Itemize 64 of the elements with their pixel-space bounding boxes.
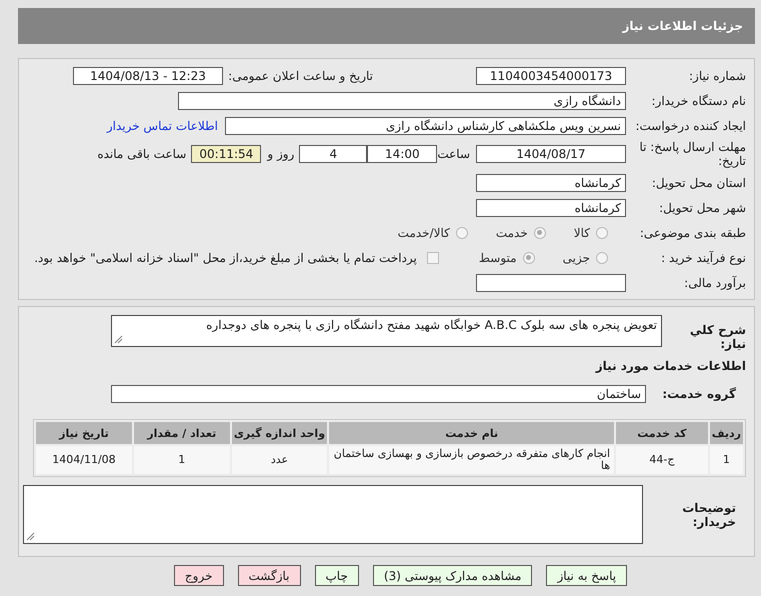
table-cell: 1 [710,446,743,474]
estimate-field[interactable] [476,274,626,292]
radio-button[interactable] [596,252,608,264]
field-label: توضیحات خریدار: [681,500,737,528]
column-header: کد خدمت [616,422,708,444]
payment-checkbox[interactable] [426,252,439,264]
field-label: ایجاد کننده درخواست: [634,118,747,132]
field-label: مهلت ارسال پاسخ: تا تاریخ: [638,140,747,168]
action-button[interactable]: بازگشت [238,565,300,586]
table-cell: 1 [134,446,230,474]
field-label: استان محل تحویل: [650,176,747,190]
page-title: جزئیات اطلاعات نیاز [622,19,743,33]
notes-textarea[interactable] [23,485,643,544]
radio-button[interactable] [522,252,535,264]
city-field: کرمانشاه [476,198,626,216]
field-label: شماره نیاز: [688,68,747,82]
days-field: 4 [299,145,368,163]
radio-label: کالا/خدمت [398,226,450,240]
action-button[interactable]: خروج [174,565,224,586]
action-button[interactable]: چاپ [314,565,359,586]
buyer-contact-link[interactable]: اطلاعات تماس خریدار [106,118,218,132]
radio-button[interactable] [534,226,546,238]
field-label: برآورد مالی: [683,276,747,290]
radio-button[interactable] [596,226,608,238]
radio-label: متوسط [478,250,517,264]
table-cell: 1404/11/08 [36,446,132,474]
table-cell: عدد [232,446,328,474]
column-header: واحد اندازه گیری [232,422,328,444]
field-label: طبقه بندی موضوعی: [638,226,747,240]
field-label: نوع فرآیند خرید : [660,250,747,264]
buyer-field: دانشگاه رازی [178,92,626,110]
column-header: نام خدمت [329,422,614,444]
field-label: تاریخ و ساعت اعلان عمومی: [227,68,373,82]
field-label: گروه خدمت: [661,387,737,401]
section-heading: اطلاعات خدمات مورد نیاز [596,359,747,373]
service-group-field: ساختمان [111,385,646,403]
field-label: نام دستگاه خریدار: [650,94,747,108]
resize-grip-icon[interactable] [114,335,123,344]
announce-date-field: 1404/08/13 - 12:23 [73,66,223,84]
column-header: تعداد / مقدار [134,422,230,444]
radio-label: کالا [574,226,590,240]
creator-field: نسرین ویس ملکشاهی کارشناس دانشگاه رازی [225,116,626,134]
action-button[interactable]: پاسخ به نیاز [546,565,628,586]
field-label: شرح کلي نیاز: [688,322,747,351]
days-label: روز و [267,147,294,161]
column-header: تاریخ نیاز [36,422,132,444]
action-button[interactable]: مشاهده مدارک پیوستی (3) [372,565,532,586]
table-cell: انجام کارهای متفرقه درخصوص بازسازی و بهسازی ساختمان ها [329,446,614,474]
need-number-field: 1104003454000173 [476,66,626,84]
field-label: شهر محل تحویل: [658,200,747,214]
radio-button[interactable] [456,226,468,238]
column-header: ردیف [710,422,743,444]
table-cell: ج-44 [616,446,708,474]
province-field: کرمانشاه [476,174,626,192]
radio-label: خدمت [496,226,528,240]
summary-textarea[interactable]: تعویض پنجره های سه بلوک A.B.C خوابگاه شهید مفتح دانشگاه رازی با پنجره های دوجداره [111,315,662,347]
deadline-date-field: 1404/08/17 [476,145,626,163]
resize-grip-icon[interactable] [26,532,35,541]
remaining-label: ساعت باقی مانده [97,147,186,161]
time-label: ساعت [437,147,470,161]
deadline-time-field: 14:00 [367,145,438,163]
radio-label: جزیی [562,250,590,264]
remaining-time-field: 00:11:54 [191,145,262,163]
payment-note: پرداخت تمام یا بخشی از مبلغ خرید،از محل "اسناد خزانه اسلامی" خواهد بود. [34,250,417,264]
